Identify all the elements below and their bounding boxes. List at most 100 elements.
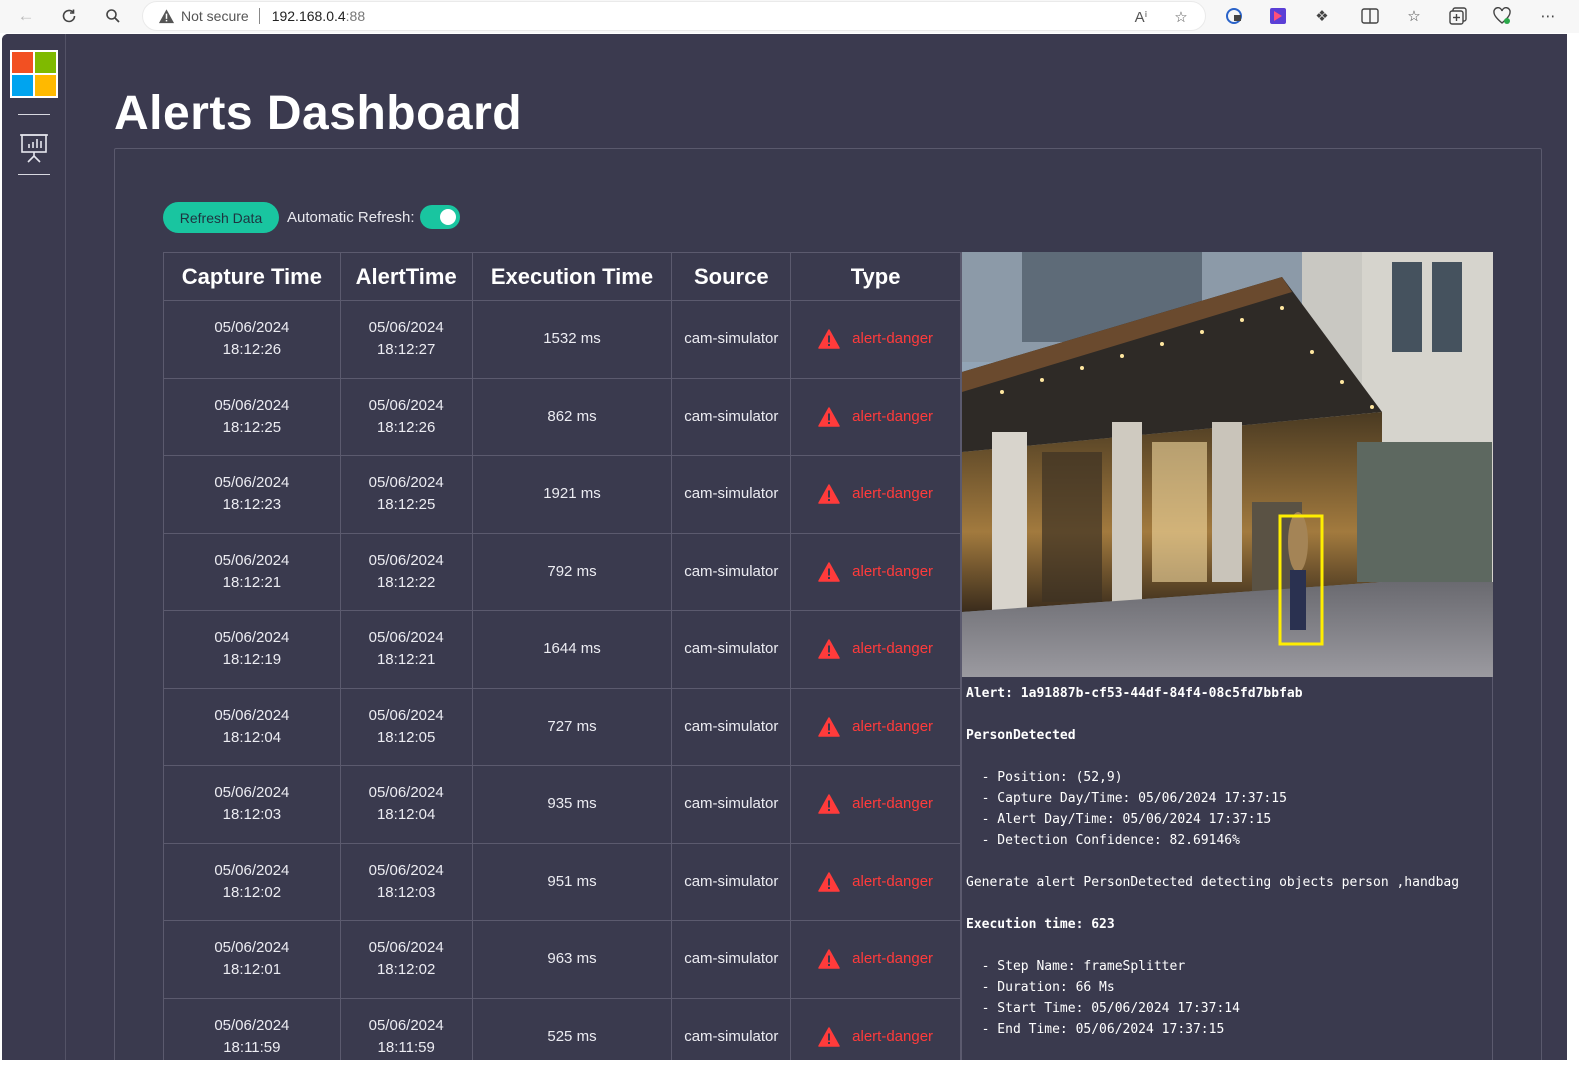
cell-source: cam-simulator (671, 532, 792, 611)
table-row[interactable]: 05/06/2024 18:12:25 05/06/2024 18:12:26 862 … (163, 377, 961, 456)
type-content: alert-danger (791, 328, 960, 350)
table-row[interactable]: 05/06/2024 18:12:23 05/06/2024 18:12:25 1921… (163, 455, 961, 534)
extensions-icon[interactable]: ❖ (1311, 5, 1333, 27)
cell-source: cam-simulator (671, 300, 792, 379)
alert-clock: 18:12:22 (376, 573, 436, 591)
cell-execution-time: 1532 ms (471, 300, 673, 379)
presentation-chart-icon[interactable] (18, 132, 50, 164)
alert-triangle-icon (818, 639, 840, 659)
alert-clock: 18:12:02 (376, 961, 436, 979)
table-row[interactable]: 05/06/2024 18:12:03 05/06/2024 18:12:04 935 … (163, 765, 961, 844)
alert-type-label: alert-danger (852, 795, 934, 813)
cell-alert-time: 05/06/2024 18:12:04 (339, 765, 473, 844)
capture-date: 05/06/2024 (214, 474, 290, 492)
capture-date: 05/06/2024 (214, 706, 290, 724)
more-icon[interactable]: ⋯ (1537, 5, 1559, 27)
capture-clock: 18:12:25 (222, 418, 282, 436)
event-name: PersonDetected (966, 728, 1076, 743)
health-icon[interactable] (1491, 5, 1513, 27)
collections-icon[interactable] (1447, 5, 1469, 27)
automatic-refresh-toggle[interactable] (420, 205, 460, 229)
camera-snapshot[interactable] (962, 252, 1493, 677)
alert-triangle-icon (818, 949, 840, 969)
cell-type: alert-danger (790, 842, 961, 921)
capture-clock: 18:12:04 (222, 728, 282, 746)
read-aloud-icon[interactable]: Aⁱ (1131, 7, 1151, 27)
alert-clock: 18:12:27 (376, 341, 436, 359)
browser-toolbar: ← Not secure 192.168.0.4:88 Aⁱ ☆ ❖ ☆ ⋯ (0, 0, 1579, 33)
back-arrow-icon[interactable]: ← (12, 2, 40, 30)
star-icon[interactable]: ☆ (1171, 7, 1191, 27)
cell-execution-time: 727 ms (471, 687, 673, 766)
split-screen-icon[interactable] (1359, 5, 1381, 27)
alert-clock: 18:12:26 (376, 418, 436, 436)
cell-source: cam-simulator (671, 687, 792, 766)
password-icon[interactable] (1223, 5, 1245, 27)
header-source[interactable]: Source (671, 252, 792, 301)
alert-clock: 18:12:03 (376, 883, 436, 901)
cell-execution-time: 963 ms (471, 920, 673, 999)
reload-icon[interactable] (55, 2, 83, 30)
refresh-data-button[interactable]: Refresh Data (163, 202, 279, 233)
sidebar-divider (18, 174, 50, 175)
table-row[interactable]: 05/06/2024 18:12:21 05/06/2024 18:12:22 792 … (163, 532, 961, 611)
logo-green (35, 52, 56, 73)
alert-triangle-icon (818, 717, 840, 737)
capture-date: 05/06/2024 (214, 784, 290, 802)
cell-capture-time: 05/06/2024 18:12:01 (163, 920, 341, 999)
alert-triangle-icon (818, 329, 840, 349)
alert-triangle-icon (818, 407, 840, 427)
header-type[interactable]: Type (790, 252, 961, 301)
cell-capture-time: 05/06/2024 18:12:25 (163, 377, 341, 456)
table-row[interactable]: 05/06/2024 18:12:19 05/06/2024 18:12:21 1644… (163, 610, 961, 689)
detail-confidence: - Detection Confidence: 82.69146% (966, 833, 1240, 848)
type-content: alert-danger (791, 561, 960, 583)
alert-date: 05/06/2024 (368, 396, 444, 414)
search-icon[interactable] (99, 2, 127, 30)
capture-clock: 18:12:19 (222, 651, 282, 669)
type-content: alert-danger (791, 638, 960, 660)
cell-alert-time: 05/06/2024 18:12:22 (339, 532, 473, 611)
cell-type: alert-danger (790, 532, 961, 611)
table-row[interactable]: 05/06/2024 18:12:02 05/06/2024 18:12:03 951 … (163, 842, 961, 921)
cell-capture-time: 05/06/2024 18:12:04 (163, 687, 341, 766)
type-content: alert-danger (791, 871, 960, 893)
header-alert-time[interactable]: AlertTime (339, 252, 473, 301)
table-row[interactable]: 05/06/2024 18:12:04 05/06/2024 18:12:05 727 … (163, 687, 961, 766)
address-bar[interactable]: Not secure 192.168.0.4:88 Aⁱ ☆ (142, 1, 1206, 31)
header-execution-time[interactable]: Execution Time (471, 252, 673, 301)
favorites-icon[interactable]: ☆ (1403, 5, 1425, 27)
detail-position: - Position: (52,9) (966, 770, 1123, 785)
automatic-refresh-label: Automatic Refresh: (287, 209, 415, 226)
alert-triangle-icon (818, 562, 840, 582)
copilot-extension-icon[interactable] (1267, 5, 1289, 27)
alert-type-label: alert-danger (852, 407, 934, 425)
alert-triangle-icon (818, 794, 840, 814)
type-content: alert-danger (791, 483, 960, 505)
detail-start: - Start Time: 05/06/2024 17:37:14 (966, 1001, 1240, 1016)
address-separator (258, 8, 260, 24)
alerts-panel: Refresh Data Automatic Refresh: Capture … (114, 148, 1542, 1060)
table-row[interactable]: 05/06/2024 18:12:01 05/06/2024 18:12:02 963 … (163, 920, 961, 999)
page-title: Alerts Dashboard (114, 87, 523, 140)
capture-clock: 18:12:26 (222, 341, 282, 359)
app-window: Alerts Dashboard Refresh Data Automatic … (2, 34, 1567, 1060)
alert-type-label: alert-danger (852, 717, 934, 735)
toggle-knob (440, 209, 456, 225)
alert-date: 05/06/2024 (368, 706, 444, 724)
detail-capture: - Capture Day/Time: 05/06/2024 17:37:15 (966, 791, 1287, 806)
cell-capture-time: 05/06/2024 18:11:59 (163, 997, 341, 1060)
alert-clock: 18:11:59 (377, 1038, 435, 1056)
cell-source: cam-simulator (671, 842, 792, 921)
table-row[interactable]: 05/06/2024 18:12:26 05/06/2024 18:12:27 1532… (163, 300, 961, 379)
alert-detail-text: Alert: 1a91887b-cf53-44df-84f4-08c5fd7bb… (966, 683, 1490, 1040)
header-capture-time[interactable]: Capture Time (163, 252, 341, 301)
cell-alert-time: 05/06/2024 18:12:03 (339, 842, 473, 921)
alert-date: 05/06/2024 (368, 861, 444, 879)
cell-execution-time: 525 ms (471, 997, 673, 1060)
capture-clock: 18:12:01 (222, 961, 282, 979)
sidebar-divider (18, 114, 50, 115)
microsoft-logo[interactable] (10, 50, 58, 98)
logo-blue (12, 75, 33, 96)
table-row[interactable]: 05/06/2024 18:11:59 05/06/2024 18:11:59 525 … (163, 997, 961, 1060)
